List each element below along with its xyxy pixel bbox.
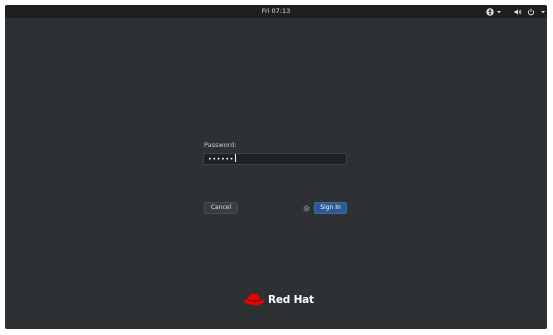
logo-text: Red Hat — [268, 294, 314, 306]
chevron-down-icon — [541, 10, 545, 13]
red-hat-icon — [243, 293, 265, 306]
sign-in-button[interactable]: Sign In — [314, 202, 347, 214]
password-value: •••••• — [208, 155, 235, 163]
accessibility-icon — [486, 7, 494, 16]
spinner-icon — [303, 205, 310, 212]
password-field[interactable]: •••••• — [203, 153, 347, 165]
login-screen: Fri 07:13 Password: •••••• Cancel Sign I… — [5, 5, 547, 329]
password-label: Password: — [204, 141, 237, 149]
system-menu[interactable] — [514, 5, 546, 18]
power-icon — [527, 8, 535, 15]
chevron-down-icon — [497, 10, 501, 13]
top-bar: Fri 07:13 — [5, 5, 547, 18]
accessibility-menu[interactable] — [486, 5, 502, 18]
cancel-button[interactable]: Cancel — [204, 202, 238, 214]
red-hat-logo: Red Hat — [242, 290, 314, 310]
text-cursor — [235, 154, 237, 162]
volume-icon — [514, 8, 522, 15]
clock[interactable]: Fri 07:13 — [5, 5, 547, 18]
